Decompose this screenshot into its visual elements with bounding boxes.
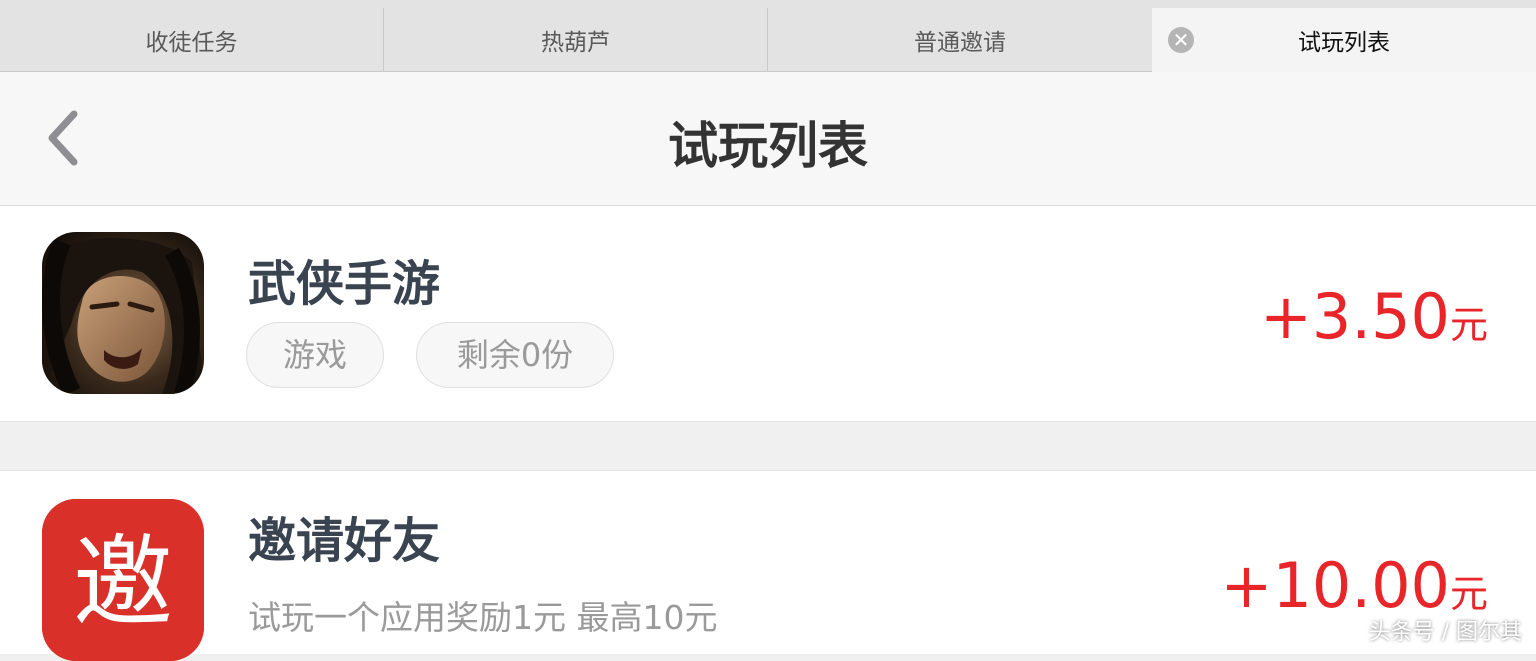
reward-amount: +3.50元 xyxy=(1260,280,1488,353)
item-title: 武侠手游 xyxy=(248,256,441,312)
tab-hot-gourd[interactable]: 热葫芦 xyxy=(384,8,768,71)
tab-apprentice-tasks[interactable]: 收徒任务 xyxy=(0,8,384,71)
reward-amount: +10.00元 xyxy=(1221,549,1488,622)
invite-icon: 邀 xyxy=(42,499,204,661)
remaining-tag: 剩余0份 xyxy=(416,322,614,388)
list-item[interactable]: 武侠手游 游戏 剩余0份 +3.50元 xyxy=(0,206,1536,422)
invite-icon-glyph: 邀 xyxy=(73,524,173,641)
list-item[interactable]: 邀 邀请好友 试玩一个应用奖励1元 最高10元 +10.00元 xyxy=(0,470,1536,661)
close-tab-icon[interactable]: ✕ xyxy=(1168,27,1194,53)
reward-value: +3.50 xyxy=(1259,280,1450,353)
tab-bar: 收徒任务 热葫芦 普通邀请 试玩列表 ✕ xyxy=(0,0,1536,72)
tab-label: 热葫芦 xyxy=(541,29,610,56)
tab-label: 试玩列表 xyxy=(1298,30,1390,56)
navigation-bar: 试玩列表 xyxy=(0,72,1536,206)
tab-label: 收徒任务 xyxy=(145,29,238,56)
page-title: 试玩列表 xyxy=(668,117,868,175)
tab-trial-list[interactable]: 试玩列表 xyxy=(1152,8,1536,72)
reward-unit: 元 xyxy=(1449,572,1488,616)
reward-unit: 元 xyxy=(1449,303,1488,347)
item-title: 邀请好友 xyxy=(248,513,441,569)
warrior-game-icon xyxy=(42,232,204,394)
category-tag: 游戏 xyxy=(246,322,384,388)
watermark: 头条号 / 图尔其 xyxy=(1368,620,1522,645)
tab-normal-invite[interactable]: 普通邀请 xyxy=(768,8,1152,71)
reward-value: +10.00 xyxy=(1220,549,1450,622)
item-description: 试玩一个应用奖励1元 最高10元 xyxy=(248,598,718,637)
tab-label: 普通邀请 xyxy=(914,29,1006,56)
